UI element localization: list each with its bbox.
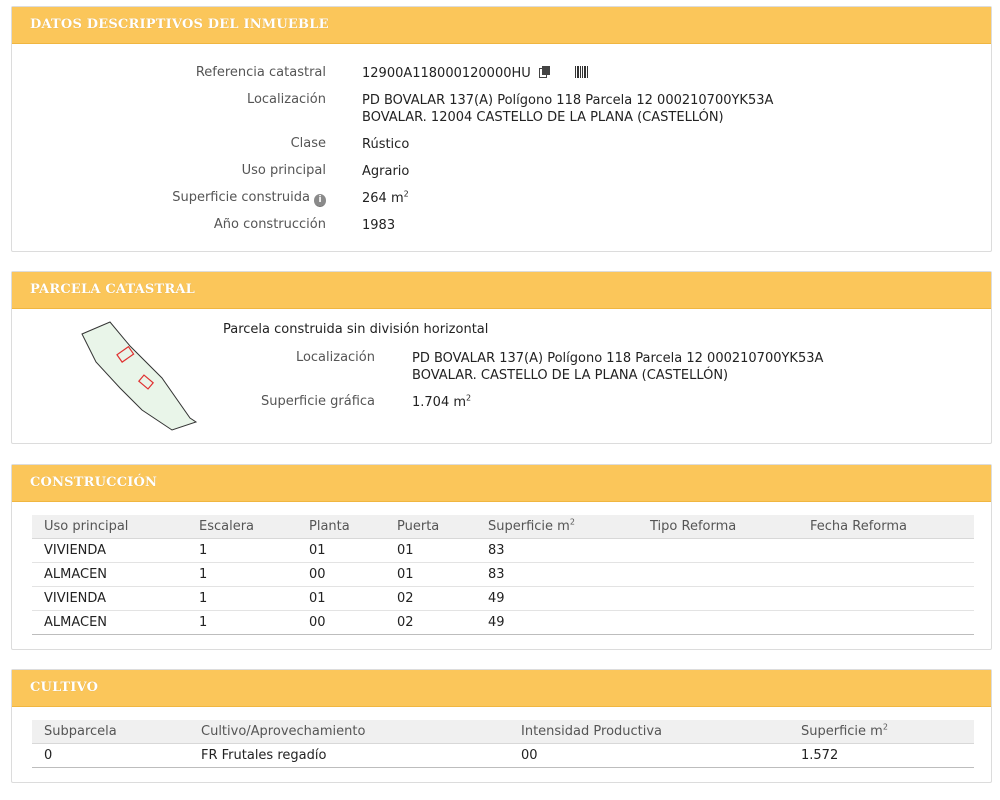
cell: 83 xyxy=(476,562,638,587)
cultivo-table: Subparcela Cultivo/Aprovechamiento Inten… xyxy=(32,720,974,768)
cell: 0 xyxy=(32,743,189,768)
parcela-localizacion-line1: PD BOVALAR 137(A) Polígono 118 Parcela 1… xyxy=(412,351,824,366)
localizacion-value: PD BOVALAR 137(A) Polígono 118 Parcela 1… xyxy=(362,92,773,126)
table-header-row: Subparcela Cultivo/Aprovechamiento Inten… xyxy=(32,720,974,744)
cell: 00 xyxy=(297,610,385,635)
parcela-superficie-value: 1.704 m xyxy=(412,395,467,410)
referencia-label: Referencia catastral xyxy=(195,65,326,80)
parcela-catastral-panel: PARCELA CATASTRAL Parcela construida sin… xyxy=(11,271,992,444)
cell: 49 xyxy=(476,610,638,635)
info-icon[interactable]: i xyxy=(314,194,326,207)
cultivo-panel: CULTIVO Subparcela Cultivo/Aprovechamien… xyxy=(11,669,992,783)
cell: ALMACEN xyxy=(32,610,187,635)
clase-value: Rústico xyxy=(362,137,410,152)
unit-superscript: 2 xyxy=(569,517,575,527)
cell: 49 xyxy=(476,586,638,611)
unit-superscript: 2 xyxy=(466,393,472,403)
col-superficie-group: Superficie m2 xyxy=(789,720,974,744)
table-row: 0 FR Frutales regadío 00 1.572 xyxy=(32,743,974,768)
col-subparcela: Subparcela xyxy=(32,720,189,744)
col-superficie-group: Superficie m2 xyxy=(476,515,638,539)
table-row: ALMACEN 1 00 02 49 xyxy=(32,610,974,635)
table-header-row: Uso principal Escalera Planta Puerta Sup… xyxy=(32,515,974,539)
table-row: ALMACEN 1 00 01 83 xyxy=(32,562,974,587)
referencia-value: 12900A118000120000HU xyxy=(362,66,531,81)
cell: 01 xyxy=(297,538,385,563)
cell: 1 xyxy=(187,610,297,635)
uso-value: Agrario xyxy=(362,164,410,179)
localizacion-line1: PD BOVALAR 137(A) Polígono 118 Parcela 1… xyxy=(362,93,774,108)
barcode-icon[interactable] xyxy=(575,66,589,78)
cell: 02 xyxy=(385,586,476,611)
col-superficie: Superficie m xyxy=(801,724,883,739)
cell: 00 xyxy=(509,743,789,768)
localizacion-label: Localización xyxy=(246,92,326,107)
table-row: VIVIENDA 1 01 01 83 xyxy=(32,538,974,563)
parcela-localizacion-value: PD BOVALAR 137(A) Polígono 118 Parcela 1… xyxy=(412,350,823,384)
cell xyxy=(638,586,798,611)
cell: VIVIENDA xyxy=(32,538,187,563)
cell: ALMACEN xyxy=(32,562,187,587)
cell xyxy=(638,538,798,563)
col-planta: Planta xyxy=(297,515,385,539)
col-escalera: Escalera xyxy=(187,515,297,539)
cell xyxy=(798,562,974,587)
col-superficie: Superficie m xyxy=(488,519,570,534)
cell: 1.572 xyxy=(789,743,974,768)
col-uso-principal: Uso principal xyxy=(32,515,187,539)
parcel-outline xyxy=(81,321,198,431)
parcela-superficie-value-group: 1.704 m2 xyxy=(412,394,471,411)
col-puerta: Puerta xyxy=(385,515,476,539)
clase-label: Clase xyxy=(290,136,326,151)
col-tipo-reforma: Tipo Reforma xyxy=(638,515,798,539)
cell xyxy=(798,610,974,635)
cell xyxy=(798,538,974,563)
col-cultivo: Cultivo/Aprovechamiento xyxy=(189,720,509,744)
referencia-value-group: 12900A118000120000HU xyxy=(362,65,589,82)
cultivo-title: CULTIVO xyxy=(12,670,991,707)
col-fecha-reforma: Fecha Reforma xyxy=(798,515,974,539)
anio-value: 1983 xyxy=(362,218,396,233)
construccion-table: Uso principal Escalera Planta Puerta Sup… xyxy=(32,515,974,635)
cell: 83 xyxy=(476,538,638,563)
localizacion-line2: BOVALAR. 12004 CASTELLO DE LA PLANA (CAS… xyxy=(362,110,724,125)
table-row: VIVIENDA 1 01 02 49 xyxy=(32,586,974,611)
superficie-label-group: Superficie construida i xyxy=(172,190,326,207)
superficie-value: 264 m xyxy=(362,191,404,206)
cell: 01 xyxy=(385,562,476,587)
cell: 1 xyxy=(187,586,297,611)
cell: 01 xyxy=(297,586,385,611)
cell: FR Frutales regadío xyxy=(189,743,509,768)
superficie-value-group: 264 m2 xyxy=(362,190,409,207)
superficie-label: Superficie construida xyxy=(172,190,310,205)
unit-superscript: 2 xyxy=(882,722,888,732)
parcela-descripcion: Parcela construida sin división horizont… xyxy=(223,322,489,337)
datos-descriptivos-title: DATOS DESCRIPTIVOS DEL INMUEBLE xyxy=(12,7,991,44)
construccion-panel: CONSTRUCCIÓN Uso principal Escalera Plan… xyxy=(11,464,992,650)
parcela-catastral-title: PARCELA CATASTRAL xyxy=(12,272,991,309)
cell xyxy=(798,586,974,611)
anio-label: Año construcción xyxy=(213,217,326,232)
parcela-superficie-label: Superficie gráfica xyxy=(260,394,375,409)
unit-superscript: 2 xyxy=(403,189,409,199)
parcela-localizacion-line2: BOVALAR. CASTELLO DE LA PLANA (CASTELLÓN… xyxy=(412,368,729,383)
cell: 02 xyxy=(385,610,476,635)
datos-descriptivos-panel: DATOS DESCRIPTIVOS DEL INMUEBLE Referenc… xyxy=(11,6,992,252)
copy-icon[interactable] xyxy=(538,66,551,78)
parcela-localizacion-label: Localización xyxy=(295,350,375,365)
uso-label: Uso principal xyxy=(241,163,326,178)
construccion-title: CONSTRUCCIÓN xyxy=(12,465,991,502)
cell: 1 xyxy=(187,562,297,587)
col-intensidad: Intensidad Productiva xyxy=(509,720,789,744)
cell: VIVIENDA xyxy=(32,586,187,611)
cell: 1 xyxy=(187,538,297,563)
parcel-map-thumbnail[interactable] xyxy=(74,318,198,434)
cell: 00 xyxy=(297,562,385,587)
cell xyxy=(638,562,798,587)
cell: 01 xyxy=(385,538,476,563)
cell xyxy=(638,610,798,635)
